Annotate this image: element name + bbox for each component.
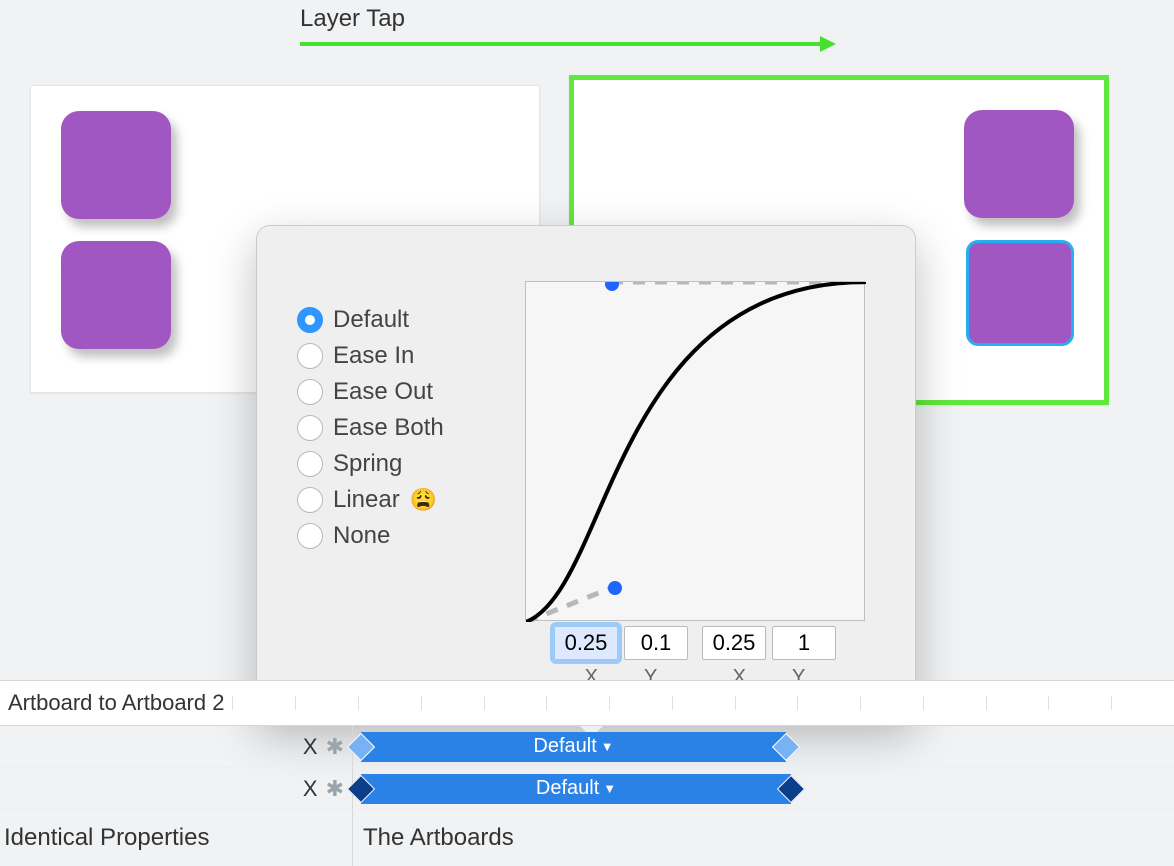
radio-icon — [297, 487, 323, 513]
easing-bar-dropdown[interactable]: Default ▼ — [361, 732, 786, 762]
layer-purple-1-dest[interactable] — [964, 110, 1074, 218]
chevron-down-icon: ▼ — [601, 739, 614, 754]
layer-purple-2[interactable] — [61, 241, 171, 349]
timeline-footer: Identical Properties The Artboards — [0, 810, 1174, 866]
cp1-x-input[interactable] — [554, 626, 618, 660]
easing-bar-label: Default — [536, 777, 599, 800]
bezier-curve-preview[interactable] — [525, 281, 865, 621]
easing-option-label: Ease In — [333, 342, 414, 370]
easing-options: Default Ease In Ease Out Ease Both Sprin… — [297, 306, 444, 550]
radio-icon — [297, 523, 323, 549]
easing-option-label: Linear — [333, 486, 400, 514]
snowflake-icon[interactable]: ✱ — [326, 734, 344, 760]
cp2-x-input[interactable] — [702, 626, 766, 660]
layer-purple-1[interactable] — [61, 111, 171, 219]
radio-icon — [297, 415, 323, 441]
radio-icon — [297, 451, 323, 477]
easing-bar-dropdown[interactable]: Default ▼ — [361, 774, 791, 804]
radio-selected-icon — [297, 307, 323, 333]
arrow-icon — [300, 30, 840, 60]
easing-option-spring[interactable]: Spring — [297, 450, 444, 478]
easing-option-label: None — [333, 522, 390, 550]
easing-option-default[interactable]: Default — [297, 306, 444, 334]
easing-option-label: Default — [333, 306, 409, 334]
timeline-header: Artboard to Artboard 2 — [0, 680, 1174, 726]
easing-option-ease-both[interactable]: Ease Both — [297, 414, 444, 442]
timeline-ruler[interactable] — [232, 696, 1174, 710]
cp1-y-input[interactable] — [624, 626, 688, 660]
easing-popover: Default Ease In Ease Out Ease Both Sprin… — [256, 225, 916, 719]
radio-icon — [297, 343, 323, 369]
keyframe-end-icon[interactable] — [772, 732, 800, 760]
timeline-panel: Artboard to Artboard 2 X ✱ Default ▼ — [0, 680, 1174, 866]
layer-purple-2-dest-selected[interactable] — [966, 240, 1074, 346]
radio-icon — [297, 379, 323, 405]
table-row: X ✱ Default ▼ — [0, 726, 1174, 768]
property-label: X — [303, 734, 318, 760]
transition-title: Artboard to Artboard 2 — [0, 690, 232, 716]
easing-option-linear[interactable]: Linear 😩 — [297, 486, 444, 514]
easing-option-ease-out[interactable]: Ease Out — [297, 378, 444, 406]
easing-bar-label: Default — [533, 735, 596, 758]
cp2-y-input[interactable] — [772, 626, 836, 660]
easing-option-label: Ease Out — [333, 378, 433, 406]
keyframe-end-icon[interactable] — [777, 774, 805, 802]
easing-option-label: Ease Both — [333, 414, 444, 442]
footer-left-label: Identical Properties — [4, 824, 209, 852]
easing-option-none[interactable]: None — [297, 522, 444, 550]
snowflake-icon[interactable]: ✱ — [326, 776, 344, 802]
weary-face-icon: 😩 — [410, 487, 437, 513]
annotation-label: Layer Tap — [300, 5, 405, 33]
footer-right-label: The Artboards — [363, 824, 514, 851]
table-row: X ✱ Default ▼ — [0, 768, 1174, 810]
chevron-down-icon: ▼ — [603, 781, 616, 796]
property-label: X — [303, 776, 318, 802]
easing-option-label: Spring — [333, 450, 402, 478]
easing-option-ease-in[interactable]: Ease In — [297, 342, 444, 370]
